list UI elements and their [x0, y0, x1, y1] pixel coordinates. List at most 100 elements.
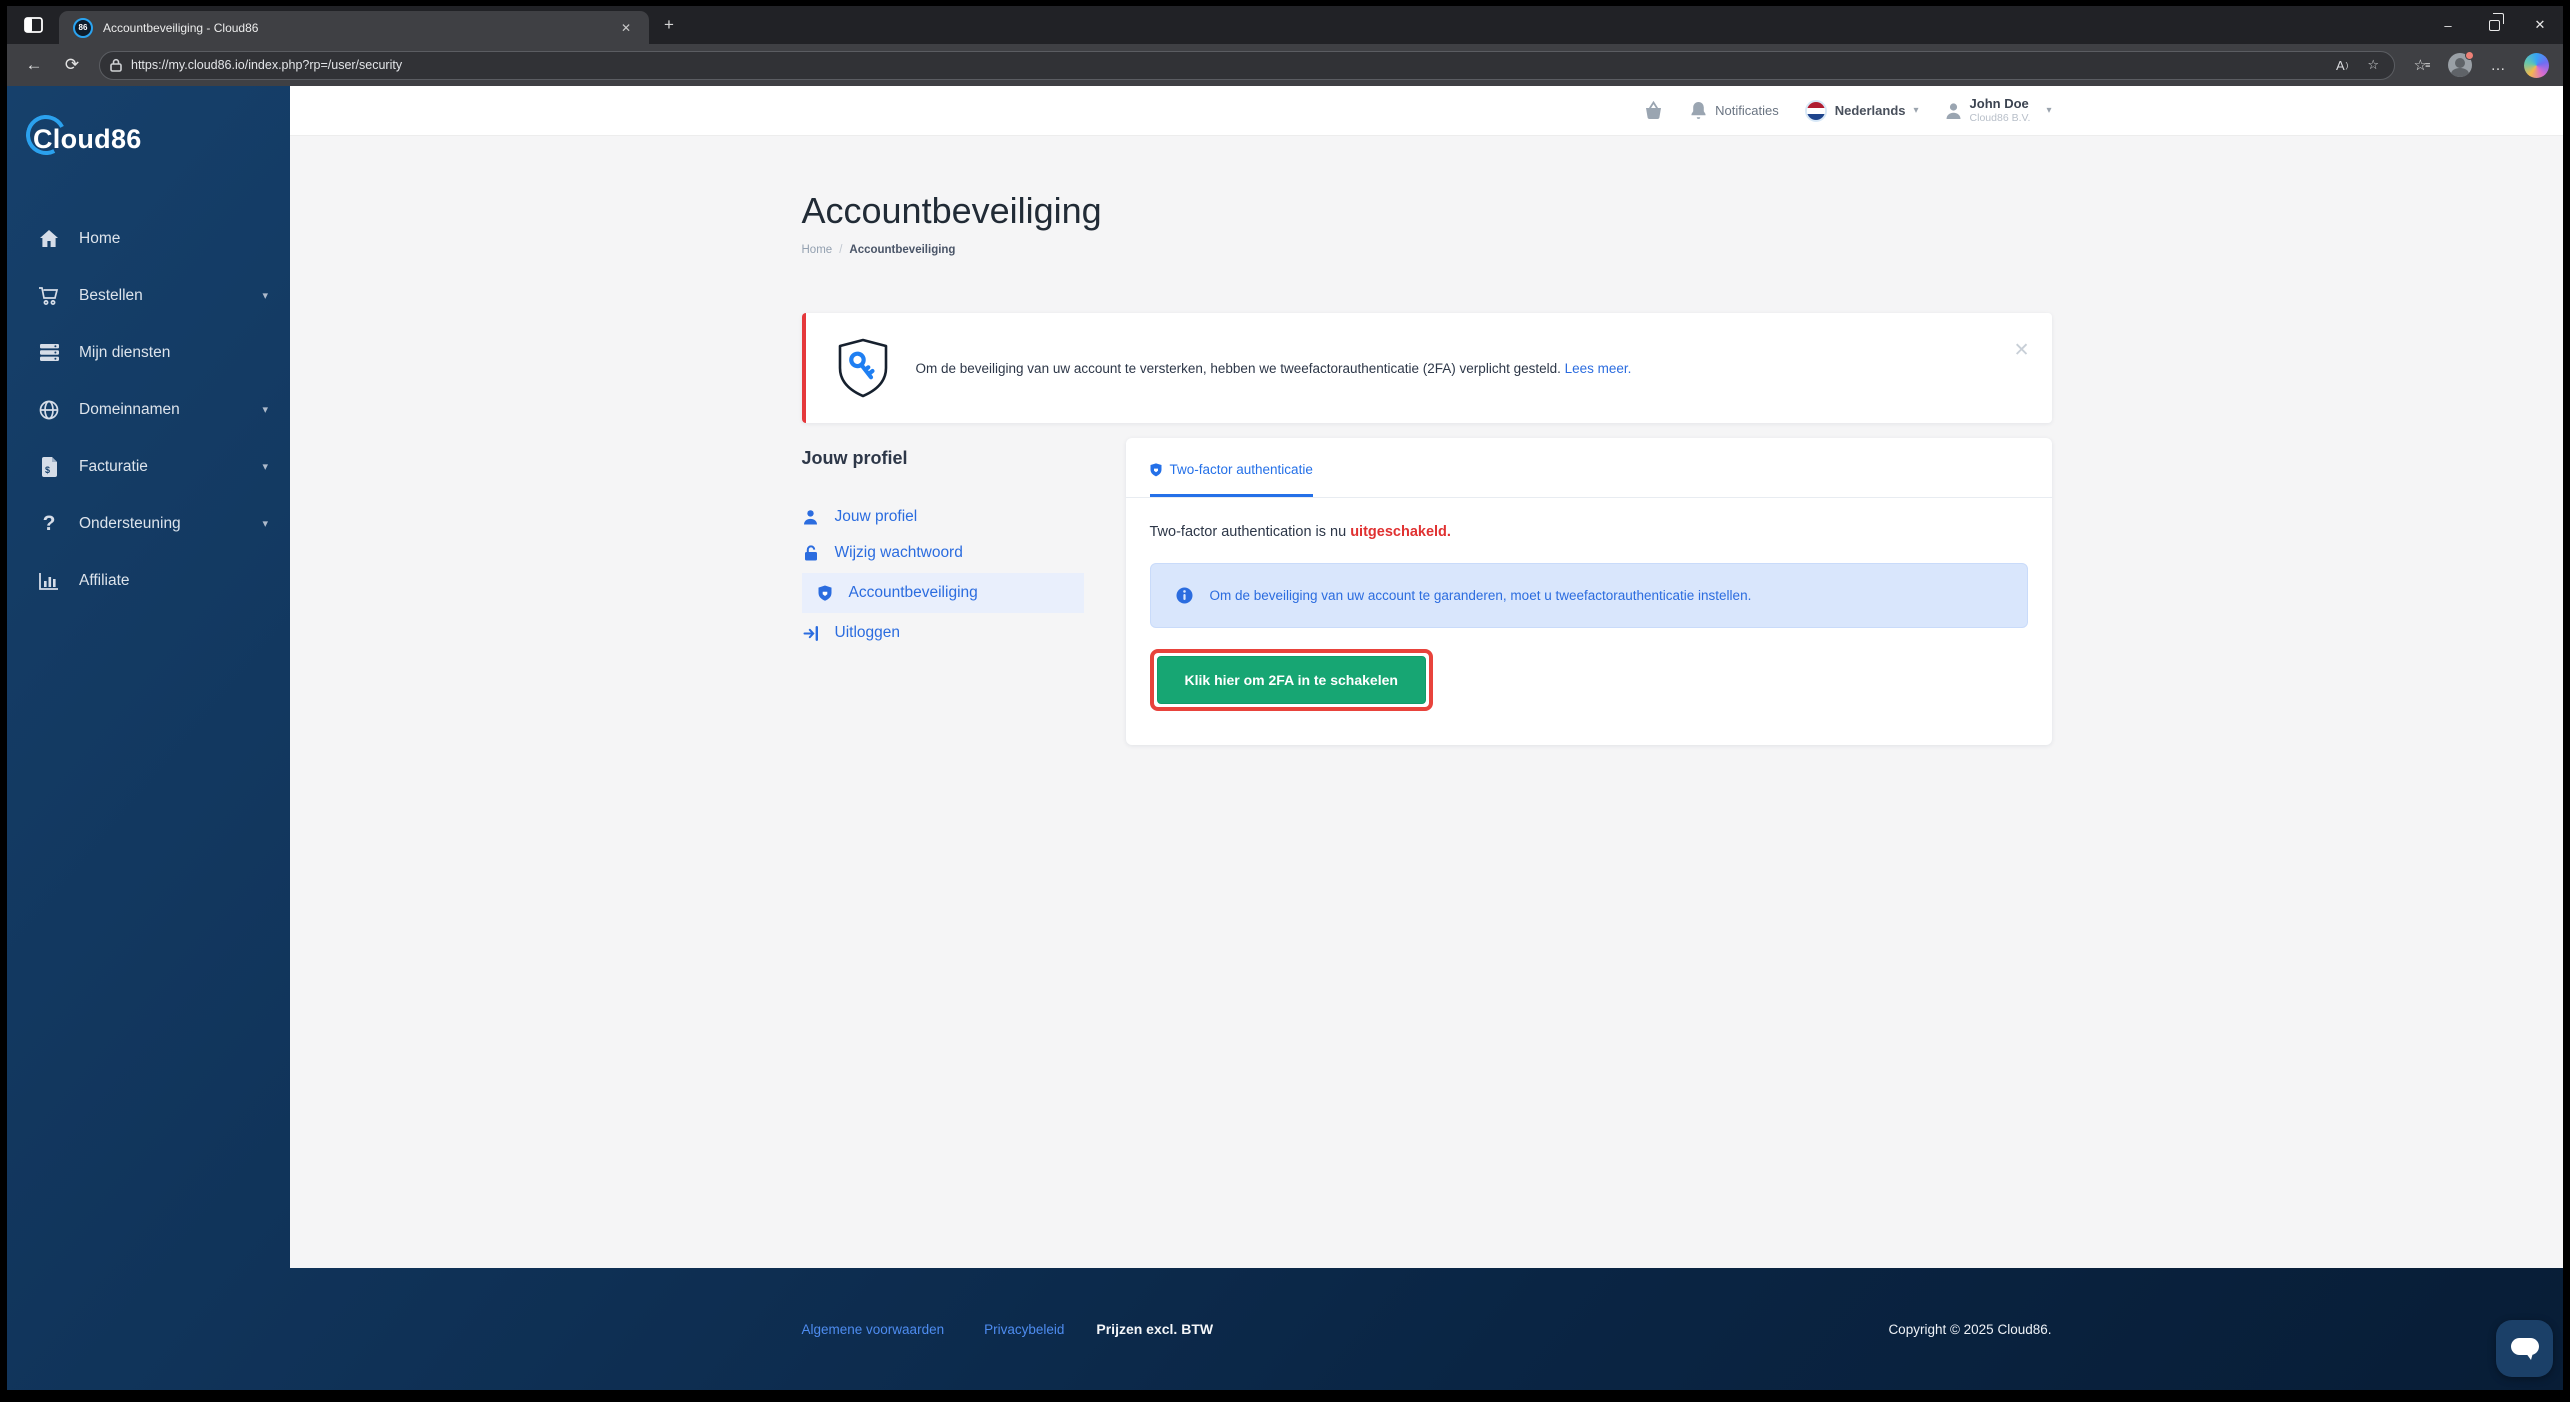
language-selector[interactable]: Nederlands ▾ — [1804, 99, 1919, 122]
notifications-button[interactable]: Notificaties — [1690, 101, 1779, 120]
globe-icon — [37, 400, 61, 420]
profile-nav-item-accountbeveiliging[interactable]: Accountbeveiliging — [801, 573, 1084, 613]
server-icon — [37, 343, 61, 362]
click-annotation-highlight: Klik hier om 2FA in te schakelen — [1149, 649, 1433, 711]
sidebar-nav: Home Bestellen ▾ Mijn diensten Domeinnam… — [7, 210, 290, 609]
chat-widget-button[interactable] — [2496, 1320, 2553, 1377]
favorites-list-button[interactable]: ☆ ≡ — [2405, 50, 2439, 80]
profile-nav-label: Jouw profiel — [834, 508, 918, 525]
page: Cloud86 Home Bestellen ▾ Mijn diensten D… — [7, 86, 2563, 1390]
sidebar-item-home[interactable]: Home — [7, 210, 290, 267]
status-prefix: Two-factor authentication is nu — [1149, 524, 1351, 540]
breadcrumb-current: Accountbeveiliging — [849, 244, 956, 256]
main-panel: Accountbeveiliging Home / Accountbeveili… — [290, 136, 2563, 1268]
address-bar[interactable]: https://my.cloud86.io/index.php?rp=/user… — [99, 50, 2395, 80]
tab-close-icon[interactable]: ✕ — [615, 19, 637, 37]
sidebar-item-affiliate[interactable]: Affiliate — [7, 552, 290, 609]
card-body: Two-factor authentication is nu uitgesch… — [1126, 498, 2052, 745]
logout-icon — [802, 625, 820, 641]
lock-icon — [110, 58, 122, 72]
tab-two-factor[interactable]: Two-factor authenticatie — [1149, 462, 1313, 497]
app-sidebar: Cloud86 Home Bestellen ▾ Mijn diensten D… — [7, 86, 290, 1390]
user-name: John Doe — [1969, 95, 2029, 111]
sidebar-item-ondersteuning[interactable]: ? Ondersteuning ▾ — [7, 495, 290, 552]
2fa-status-line: Two-factor authentication is nu uitgesch… — [1150, 524, 2028, 540]
netherlands-flag-icon — [1804, 99, 1827, 122]
chevron-down-icon: ▾ — [262, 518, 268, 530]
alert-text: Om de beveiliging van uw account te vers… — [916, 361, 1632, 376]
browser-profile-button[interactable] — [2443, 50, 2477, 80]
shield-icon — [1150, 462, 1161, 476]
lees-meer-link[interactable]: Lees meer. — [1565, 361, 1632, 376]
alert-close-icon[interactable]: ✕ — [2014, 339, 2030, 362]
profile-nav: Jouw profiel Jouw profiel Wijzig wachtwo… — [801, 438, 1084, 651]
tab-actions-button[interactable] — [7, 6, 59, 44]
app-footer: Algemene voorwaarden Privacybeleid Prijz… — [290, 1268, 2563, 1390]
back-button[interactable]: ← — [17, 50, 51, 80]
chevron-down-icon: ▾ — [262, 404, 268, 416]
screen: 86 Accountbeveiliging - Cloud86 ✕ + – ✕ … — [0, 0, 2570, 1402]
tab-actions-icon — [23, 17, 43, 33]
read-aloud-icon: A — [2336, 57, 2345, 73]
sidebar-item-label: Facturatie — [79, 457, 148, 475]
chat-bubble-icon — [2510, 1337, 2539, 1360]
copilot-button[interactable] — [2519, 50, 2553, 80]
cloud86-logo[interactable]: Cloud86 — [20, 109, 193, 168]
sidebar-item-label: Ondersteuning — [79, 514, 181, 532]
copilot-icon — [2523, 52, 2549, 78]
svg-text:$: $ — [45, 465, 50, 475]
user-menu[interactable]: John Doe Cloud86 B.V. ▾ — [1945, 96, 2052, 125]
info-icon — [1176, 587, 1192, 604]
basket-button[interactable] — [1643, 101, 1664, 120]
close-button[interactable]: ✕ — [2517, 6, 2563, 44]
breadcrumb-home-link[interactable]: Home — [802, 244, 833, 256]
shield-icon — [816, 585, 834, 601]
app-topbar: Notificaties Nederlands ▾ John Doe Cloud… — [290, 86, 2563, 136]
sidebar-item-facturatie[interactable]: $ Facturatie ▾ — [7, 438, 290, 495]
card-tabs: Two-factor authenticatie — [1125, 438, 2052, 498]
sidebar-item-bestellen[interactable]: Bestellen ▾ — [7, 267, 290, 324]
restore-button[interactable] — [2471, 6, 2517, 44]
read-aloud-button[interactable]: A) — [2331, 58, 2353, 73]
browser-tab-active[interactable]: 86 Accountbeveiliging - Cloud86 ✕ — [59, 11, 649, 44]
sidebar-item-label: Home — [79, 229, 121, 247]
privacy-link[interactable]: Privacybeleid — [984, 1322, 1064, 1337]
cloud86-favicon-icon: 86 — [73, 17, 93, 38]
terms-link[interactable]: Algemene voorwaarden — [802, 1322, 945, 1337]
reload-button[interactable]: ⟳ — [55, 50, 89, 80]
sidebar-item-label: Affiliate — [79, 571, 130, 589]
profile-nav-label: Uitloggen — [834, 624, 901, 641]
profile-nav-heading: Jouw profiel — [801, 448, 908, 468]
url-text[interactable]: https://my.cloud86.io/index.php?rp=/user… — [131, 58, 2322, 72]
2fa-alert-banner: Om de beveiliging van uw account te vers… — [801, 313, 2052, 423]
enable-2fa-button[interactable]: Klik hier om 2FA in te schakelen — [1156, 656, 1426, 704]
browser-toolbar: ← ⟳ https://my.cloud86.io/index.php?rp=/… — [7, 44, 2563, 86]
tab-title: Accountbeveiliging - Cloud86 — [103, 20, 259, 35]
profile-nav-item-uitloggen[interactable]: Uitloggen — [802, 615, 1084, 651]
minimize-button[interactable]: – — [2425, 6, 2471, 44]
page-title: Accountbeveiliging — [801, 190, 1102, 231]
chevron-down-icon: ▾ — [262, 461, 268, 473]
content-area: Notificaties Nederlands ▾ John Doe Cloud… — [290, 86, 2563, 1390]
chevron-down-icon: ▾ — [1913, 105, 1919, 116]
favorite-star-button[interactable]: ☆ — [2362, 57, 2384, 73]
info-box: Om de beveiliging van uw account te gara… — [1149, 563, 2028, 628]
restore-icon — [2488, 19, 2500, 31]
question-icon: ? — [42, 511, 56, 535]
shield-key-icon — [838, 338, 887, 398]
settings-more-button[interactable]: … — [2481, 50, 2515, 80]
user-company: Cloud86 B.V. — [1969, 112, 2031, 125]
user-icon — [1946, 102, 1961, 119]
chart-icon — [37, 572, 61, 590]
copyright-text: Copyright © 2025 Cloud86. — [1888, 1321, 2052, 1337]
sidebar-item-domeinnamen[interactable]: Domeinnamen ▾ — [7, 381, 290, 438]
home-icon — [37, 229, 61, 248]
avatar-notification-dot — [2465, 51, 2474, 60]
browser-tabstrip: 86 Accountbeveiliging - Cloud86 ✕ + – ✕ — [7, 6, 2563, 44]
security-card: Two-factor authenticatie Two-factor auth… — [1125, 438, 2052, 745]
profile-nav-item-jouw-profiel[interactable]: Jouw profiel — [802, 499, 1084, 535]
cart-icon — [37, 286, 61, 306]
new-tab-button[interactable]: + — [649, 6, 689, 44]
profile-nav-item-wijzig-wachtwoord[interactable]: Wijzig wachtwoord — [802, 535, 1084, 571]
sidebar-item-mijn-diensten[interactable]: Mijn diensten — [7, 324, 290, 381]
